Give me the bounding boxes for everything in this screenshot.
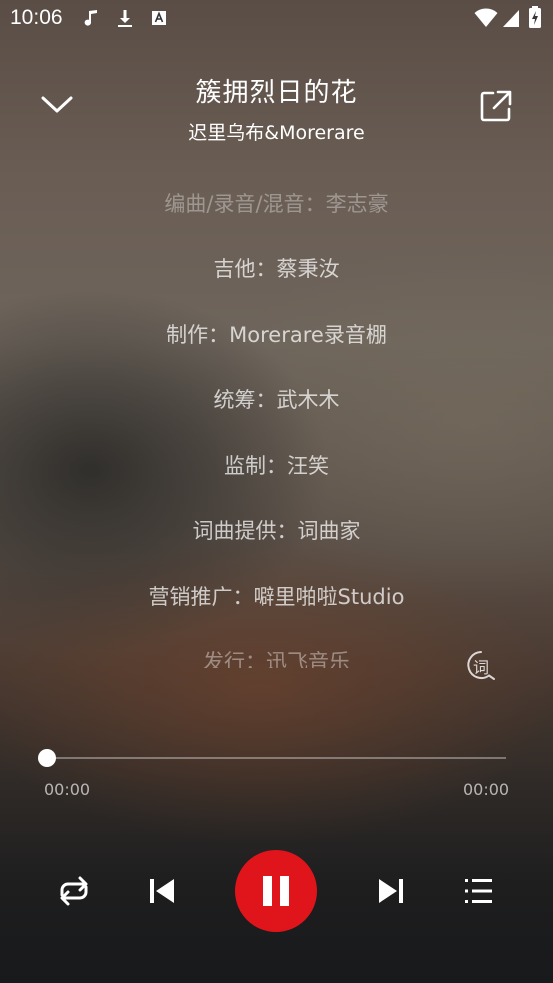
pause-button[interactable]: [235, 850, 317, 932]
music-note-icon: [84, 10, 97, 26]
total-time: 00:00: [463, 780, 510, 799]
lyric-mode-button[interactable]: 词: [464, 648, 498, 682]
playlist-button[interactable]: [454, 866, 504, 916]
lyric-line: 编曲/录音/混音：李志豪: [164, 192, 389, 216]
previous-icon: [150, 879, 174, 903]
song-artist[interactable]: 迟里乌布&Morerare: [0, 118, 553, 145]
previous-button[interactable]: [137, 866, 187, 916]
wifi-icon: [474, 8, 498, 27]
share-icon: [480, 90, 512, 122]
lyric-line: 营销推广：噼里啪啦Studio: [148, 585, 405, 609]
battery-charging-icon: [529, 6, 541, 28]
lyrics-panel[interactable]: 编曲/录音/混音：李志豪 吉他：蔡秉汝 制作：Morerare录音棚 统筹：武木…: [0, 178, 553, 668]
progress-thumb[interactable]: [38, 749, 56, 767]
download-icon: [118, 10, 132, 27]
lyric-line: 词曲提供：词曲家: [192, 519, 361, 543]
song-title: 簇拥烈日的花: [195, 78, 358, 108]
next-button[interactable]: [366, 866, 416, 916]
playlist-icon: [465, 879, 492, 903]
next-icon: [379, 879, 403, 903]
share-button[interactable]: [478, 88, 514, 124]
status-time: 10:06: [10, 6, 63, 29]
repeat-icon: [60, 876, 88, 906]
lyric-button-label: 词: [472, 658, 489, 677]
text-icon: [152, 11, 166, 25]
lyric-line: 吉他：蔡秉汝: [213, 257, 340, 281]
current-time: 00:00: [44, 780, 91, 799]
pause-icon: [263, 876, 289, 906]
repeat-button[interactable]: [49, 866, 99, 916]
lyric-line: 监制：汪笑: [224, 454, 329, 478]
lyric-line: 统筹：武木木: [213, 388, 340, 412]
signal-icon: [503, 10, 519, 27]
progress-track[interactable]: [46, 757, 506, 759]
lyric-line: 制作：Morerare录音棚: [166, 323, 387, 347]
